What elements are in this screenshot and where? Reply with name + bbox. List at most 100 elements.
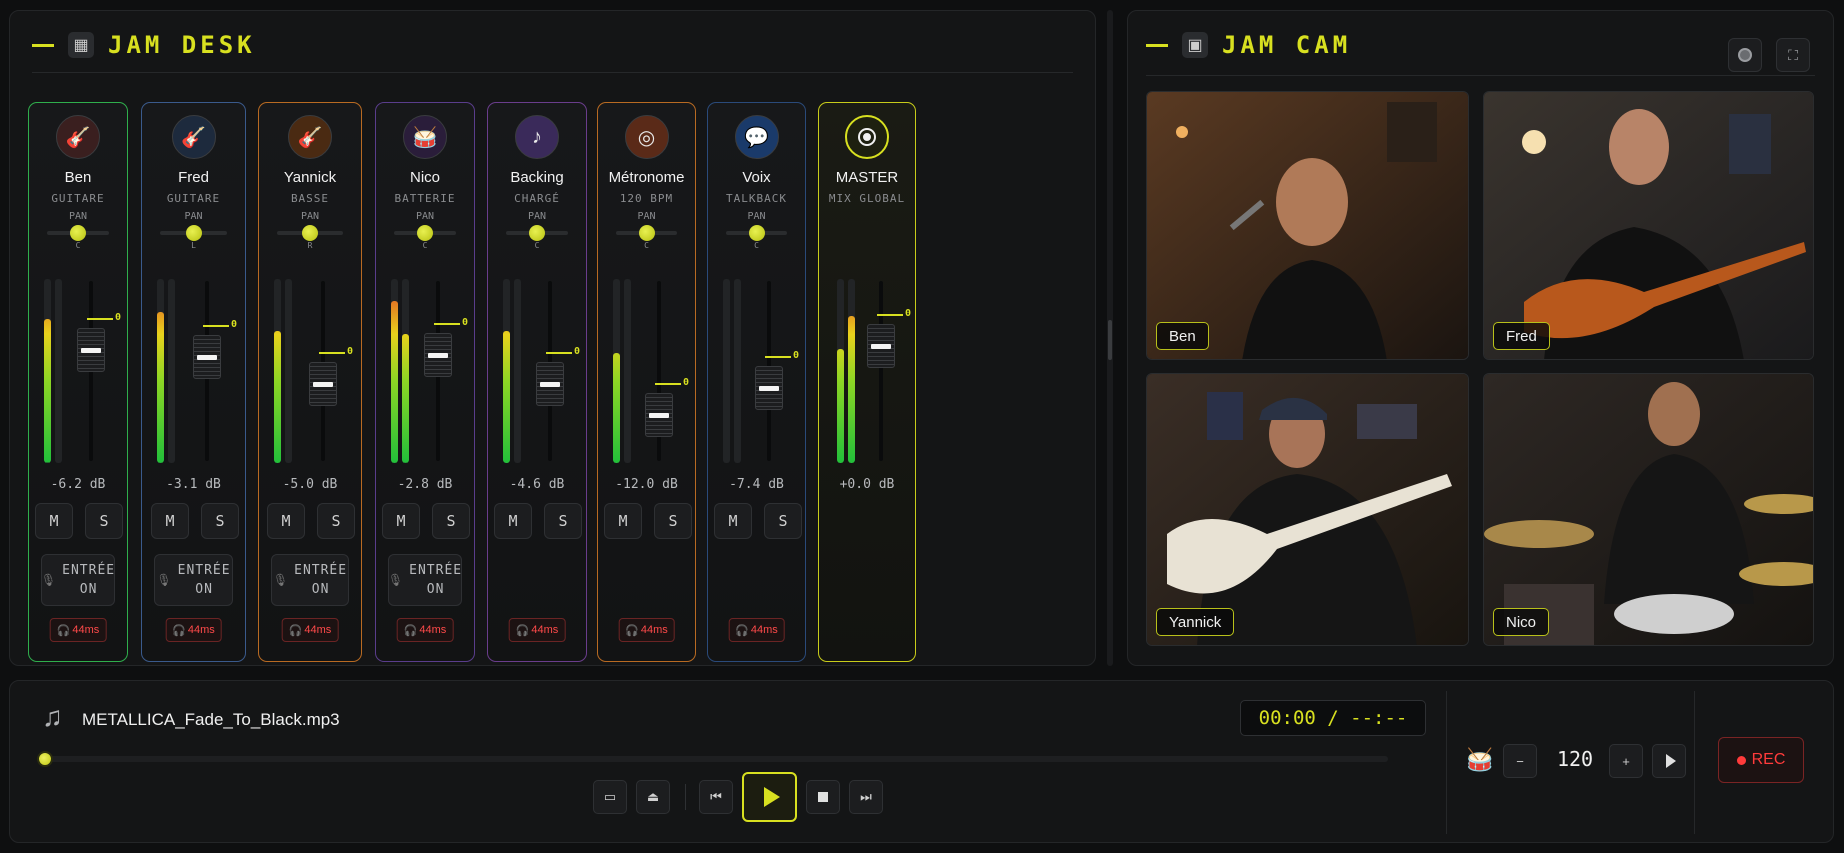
solo-button[interactable]: S [544,503,582,539]
fader-handle[interactable] [309,362,337,406]
video-feed-nico [1484,374,1813,645]
channel-name: MASTER [835,169,899,186]
input-label: ENTRÉE [409,563,463,578]
headphones-icon: 🎧 [172,624,186,637]
record-view-button[interactable] [1728,38,1762,72]
mute-button[interactable]: M [494,503,532,539]
fader-zero-label: 0 [231,319,238,330]
solo-button[interactable]: S [201,503,239,539]
mute-button[interactable]: M [604,503,642,539]
video-tile-ben[interactable]: Ben [1146,91,1469,360]
fader-zero-marker [434,323,460,326]
fader-zero-label: 0 [683,376,690,388]
time-display: 00:00 / --:-- [1240,700,1426,736]
fader-zero-label: 0 [462,317,469,329]
level-meter-right [55,279,62,463]
fader-zero-marker [877,314,903,317]
level-meter-left [274,279,281,463]
mute-button[interactable]: M [151,503,189,539]
mute-button[interactable]: M [35,503,73,539]
input-toggle-button[interactable]: 🎙 ENTRÉE ON [41,554,115,606]
eject-button[interactable]: ⏏ [636,780,670,814]
db-readout: -4.6 dB [509,477,565,492]
db-readout: +0.0 dB [839,477,895,492]
headphones-icon: 🎧 [56,624,71,637]
level-meter-right [285,279,292,463]
input-toggle-button[interactable]: 🎙 ENTRÉE ON [271,554,349,606]
pan-knob[interactable] [638,225,655,241]
input-label: ENTRÉE [294,563,348,578]
microphone-icon: 🎙 [387,573,404,587]
fullscreen-button[interactable]: ⛶ [1776,38,1810,72]
transport-separator [685,784,686,810]
video-tile-nico[interactable]: Nico [1483,373,1814,646]
latency-badge: 🎧 44ms [508,618,566,642]
fader-zero-marker [319,352,345,354]
latency-value: 44ms [304,624,332,636]
pan-value: C [754,241,759,250]
latency-value: 44ms [531,624,559,636]
video-feed-fred [1484,92,1813,359]
solo-button[interactable]: S [654,503,692,539]
pan-slider[interactable] [506,225,568,241]
next-button[interactable]: ⏭ [849,780,883,814]
latency-badge: 🎧 44ms [728,618,785,642]
open-folder-button[interactable]: ▭ [593,780,627,814]
pan-label: PAN [527,211,547,222]
pan-knob[interactable] [529,225,545,241]
fader-handle[interactable] [645,392,673,437]
pan-knob[interactable] [185,225,202,241]
fader-handle[interactable] [536,362,564,406]
fader-track[interactable] [879,281,883,461]
fader-handle[interactable] [867,324,895,369]
seek-bar[interactable] [37,751,1388,767]
pan-slider[interactable] [160,225,227,241]
input-label: ENTRÉE [62,563,116,578]
solo-button[interactable]: S [317,503,355,539]
pan-slider[interactable] [394,225,456,241]
mute-button[interactable]: M [382,503,420,539]
fader-zero-marker [87,317,113,320]
input-toggle-button[interactable]: 🎙 ENTRÉE ON [154,554,233,606]
pan-slider[interactable] [47,225,109,241]
solo-button[interactable]: S [432,503,470,539]
pan-slider[interactable] [726,225,787,241]
pan-knob[interactable] [302,225,318,241]
fader-handle[interactable] [424,333,452,378]
solo-button[interactable]: S [764,503,802,539]
channel-role: BASSE [290,192,330,205]
pan-slider[interactable] [277,225,343,241]
play-button[interactable] [742,772,797,822]
bpm-decrease-button[interactable]: − [1503,744,1537,778]
pan-knob[interactable] [748,225,765,241]
solo-button[interactable]: S [85,503,123,539]
channel-strip-fred: 🎸 Fred GUITARE PAN L 0 -3.1 dB M S 🎙 ENTRÉE ON 🎧 44ms [141,102,246,662]
seek-knob[interactable] [37,751,53,767]
fader-handle[interactable] [755,365,783,410]
mute-button[interactable]: M [714,503,752,539]
level-meter-left [837,279,844,463]
track-filename: METALLICA_Fade_To_Black.mp3 [82,710,340,729]
fader-handle[interactable] [193,335,221,379]
mute-button[interactable]: M [267,503,305,539]
panel-splitter[interactable] [1107,10,1113,666]
headphones-icon: 🎧 [403,624,418,637]
play-icon [763,787,780,807]
level-meter-left [723,279,730,463]
video-tile-yannick[interactable]: Yannick [1146,373,1469,646]
fader-handle[interactable] [77,327,105,372]
pan-knob[interactable] [417,225,433,241]
metronome-play-button[interactable] [1652,744,1686,778]
mixer-icon: ▦ [68,32,94,58]
section-separator [1446,691,1447,834]
level-meter-right [624,279,631,463]
stop-button[interactable] [806,780,840,814]
channel-strip-master: MASTER MIX GLOBAL 0 +0.0 dB [818,102,916,662]
input-toggle-button[interactable]: 🎙 ENTRÉE ON [388,554,462,606]
bpm-increase-button[interactable]: + [1609,744,1643,778]
pan-slider[interactable] [616,225,677,241]
video-tile-fred[interactable]: Fred [1483,91,1814,360]
previous-button[interactable]: ⏮ [699,780,733,814]
rec-button[interactable]: REC [1718,737,1804,783]
pan-knob[interactable] [70,225,86,241]
